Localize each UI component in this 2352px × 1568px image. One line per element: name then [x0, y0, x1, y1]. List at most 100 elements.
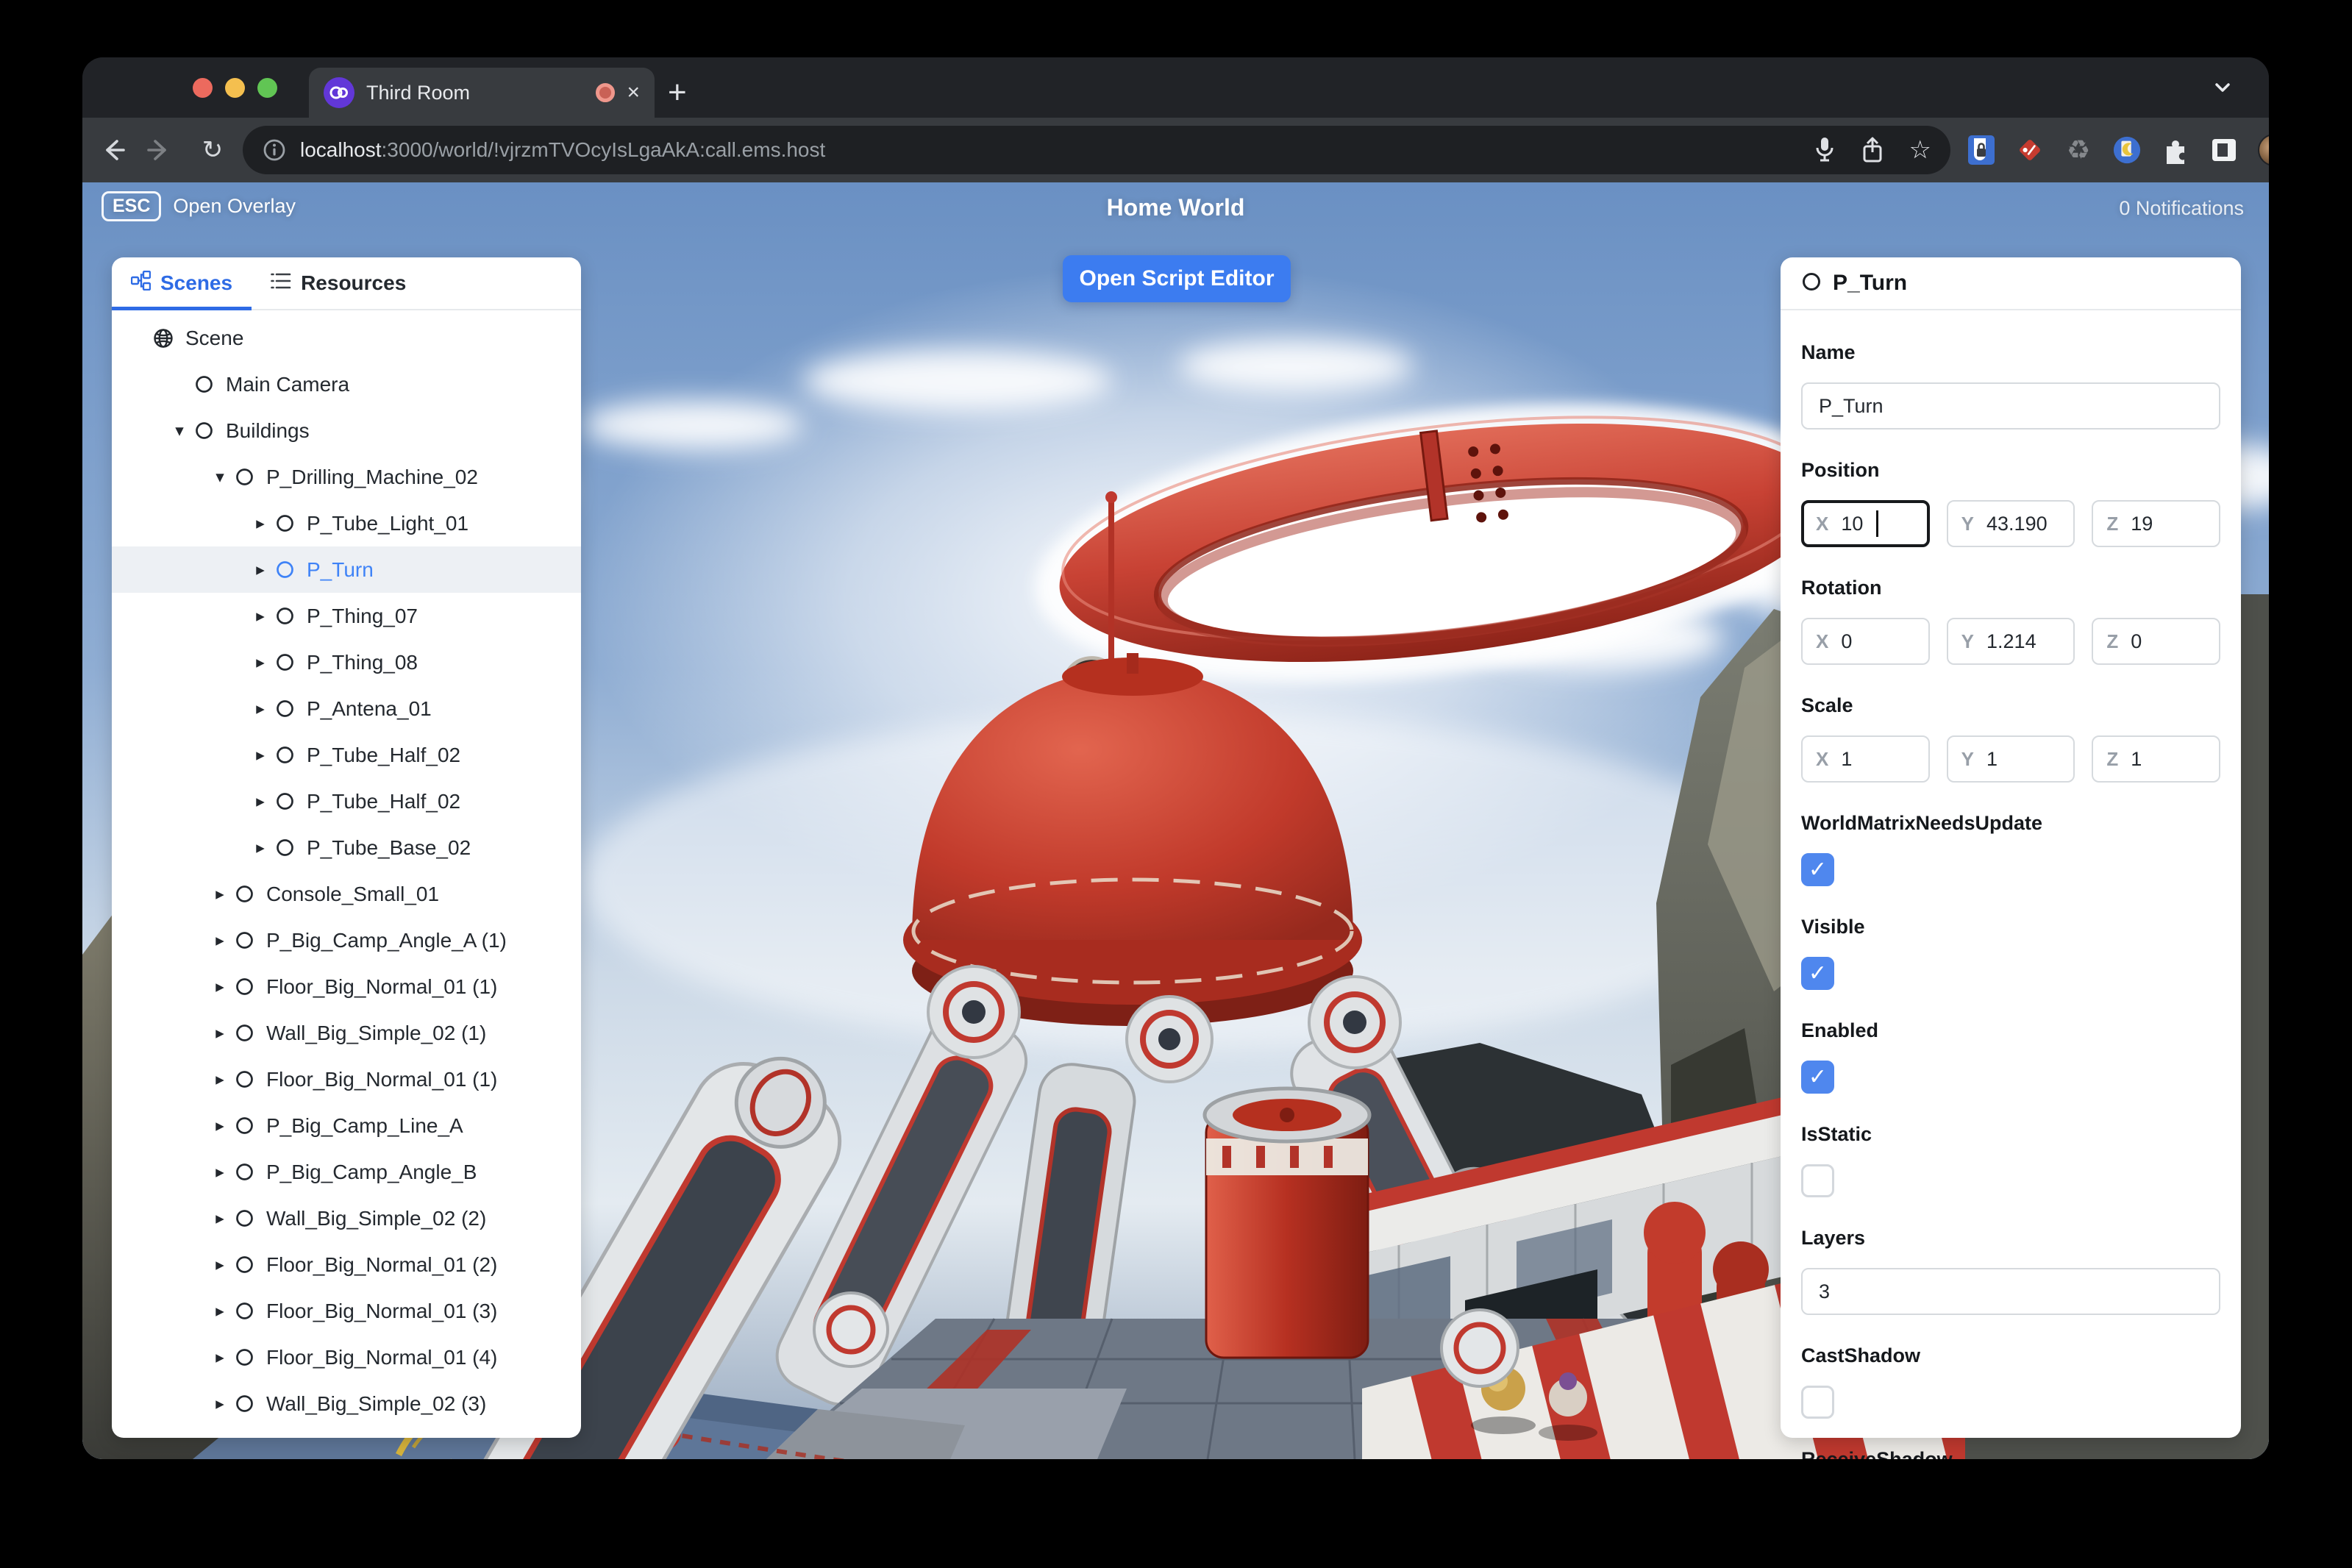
recycle-extension-icon[interactable]: ♻ — [2064, 135, 2093, 165]
tree-item[interactable]: ▸ Wall_Big_Simple_02 (3) — [112, 1380, 581, 1427]
extensions-puzzle-icon[interactable] — [2161, 135, 2190, 165]
tree-item[interactable]: ▸ Floor_Big_Normal_01 (4) — [112, 1334, 581, 1380]
tab-resources[interactable]: Resources — [252, 257, 425, 309]
minimize-window-button[interactable] — [225, 78, 245, 98]
expander-icon[interactable]: ▸ — [248, 699, 273, 719]
tab-search-chevron-icon[interactable] — [2210, 76, 2235, 102]
rotation-y-input[interactable]: Y 1.214 — [1946, 618, 2075, 665]
tree-item[interactable]: ▸ P_Big_Camp_Line_A — [112, 1102, 581, 1149]
tree-item[interactable]: ▾ Buildings — [112, 407, 581, 454]
tab-scenes[interactable]: Scenes — [112, 257, 252, 310]
node-circle-icon — [273, 745, 296, 765]
expander-icon[interactable]: ▾ — [207, 467, 232, 487]
cast-shadow-checkbox[interactable] — [1801, 1386, 1834, 1419]
tree-item[interactable]: ▸ P_Tube_Half_02 — [112, 778, 581, 824]
rotation-x-input[interactable]: X 0 — [1801, 618, 1930, 665]
zoom-window-button[interactable] — [257, 78, 277, 98]
expander-icon[interactable]: ▸ — [207, 884, 232, 904]
expander-icon[interactable]: ▸ — [248, 838, 273, 858]
world-viewport[interactable]: ESC Open Overlay Home World 0 Notificati… — [82, 182, 2269, 1459]
new-tab-button[interactable]: + — [668, 72, 687, 113]
expander-icon[interactable]: ▾ — [167, 421, 192, 441]
share-icon[interactable] — [1861, 136, 1884, 164]
tree-item[interactable]: ▸ P_Thing_07 — [112, 593, 581, 639]
layers-input[interactable] — [1801, 1268, 2220, 1315]
tree-item[interactable]: Scene — [112, 315, 581, 361]
forward-icon[interactable] — [144, 135, 190, 165]
back-icon[interactable] — [99, 135, 144, 165]
rotation-z-input[interactable]: Z 0 — [2092, 618, 2221, 665]
tab-resources-label: Resources — [301, 271, 407, 294]
node-circle-icon — [232, 1301, 256, 1321]
tree-item[interactable]: ▸ Console_Small_01 — [112, 871, 581, 917]
tree-item[interactable]: ▸ Wall_Big_Simple_02 (1) — [112, 1010, 581, 1056]
browser-tabstrip: Third Room × + — [82, 57, 2269, 118]
tree-item[interactable]: Main Camera — [112, 361, 581, 407]
address-bar[interactable]: localhost:3000/world/!vjrzmTVOcyIsLgaAkA… — [243, 126, 1950, 174]
expander-icon[interactable]: ▸ — [248, 791, 273, 811]
red-diamond-extension-icon[interactable] — [2015, 134, 2045, 166]
sidebar-toggle-icon[interactable] — [2209, 136, 2239, 164]
expander-icon[interactable]: ▸ — [248, 513, 273, 533]
tree-item[interactable]: ▸ Floor_Big_Normal_01 (2) — [112, 1241, 581, 1288]
tree-item[interactable]: ▸ P_Tube_Base_02 — [112, 824, 581, 871]
expander-icon[interactable]: ▸ — [207, 1162, 232, 1182]
tree-item[interactable]: ▸ P_Big_Camp_Angle_B — [112, 1149, 581, 1195]
tree-item[interactable]: ▸ P_Tube_Light_01 — [112, 500, 581, 546]
scale-y-input[interactable]: Y 1 — [1946, 735, 2075, 783]
expander-icon[interactable]: ▸ — [207, 977, 232, 997]
bookmark-star-icon[interactable]: ☆ — [1909, 135, 1931, 165]
expander-icon[interactable]: ▸ — [207, 1116, 232, 1136]
url-text[interactable]: localhost:3000/world/!vjrzmTVOcyIsLgaAkA… — [300, 138, 1799, 162]
expander-icon[interactable]: ▸ — [207, 930, 232, 950]
scale-x-input[interactable]: X 1 — [1801, 735, 1930, 783]
tree-item[interactable]: ▾ P_Drilling_Machine_02 — [112, 454, 581, 500]
tree-item[interactable]: ▸ Floor_Big_Normal_01 (1) — [112, 963, 581, 1010]
is-static-checkbox[interactable] — [1801, 1164, 1834, 1197]
expander-icon[interactable]: ▸ — [207, 1069, 232, 1089]
node-circle-icon — [232, 1347, 256, 1367]
globe-icon — [152, 327, 175, 349]
tree-item-label: Floor_Big_Normal_01 (3) — [266, 1299, 498, 1322]
profile-avatar[interactable] — [2258, 134, 2269, 166]
browser-tab[interactable]: Third Room × — [309, 68, 655, 118]
scale-z-input[interactable]: Z 1 — [2092, 735, 2221, 783]
tree-item[interactable]: ▸ Wall_Big_Simple_02 (2) — [112, 1195, 581, 1241]
tree-item[interactable]: ▸ P_Tube_Half_02 — [112, 732, 581, 778]
tree-item[interactable]: ▸ P_Thing_08 — [112, 639, 581, 685]
position-x-input[interactable]: X 10 — [1801, 500, 1930, 547]
expander-icon[interactable]: ▸ — [248, 606, 273, 626]
expander-icon[interactable]: ▸ — [207, 1208, 232, 1228]
expander-icon[interactable]: ▸ — [207, 1255, 232, 1275]
cast-shadow-label: CastShadow — [1801, 1344, 1921, 1366]
visible-checkbox[interactable]: ✓ — [1801, 957, 1834, 990]
microphone-icon[interactable] — [1814, 136, 1836, 164]
tree-item[interactable]: ▸ Floor_Big_Normal_01 (3) — [112, 1288, 581, 1334]
tab-close-icon[interactable]: × — [627, 82, 640, 104]
tree-item[interactable]: ▸ Floor_Big_Normal_01 (1) — [112, 1056, 581, 1102]
expander-icon[interactable]: ▸ — [207, 1301, 232, 1321]
password-shield-extension-icon[interactable] — [1967, 134, 1996, 166]
expander-icon[interactable]: ▸ — [248, 652, 273, 672]
node-circle-icon — [232, 1255, 256, 1275]
name-input[interactable] — [1801, 382, 2220, 430]
world-matrix-checkbox[interactable]: ✓ — [1801, 853, 1834, 886]
position-y-input[interactable]: Y 43.190 — [1946, 500, 2075, 547]
expander-icon[interactable]: ▸ — [248, 560, 273, 580]
tree-item-label: Wall_Big_Simple_02 (1) — [266, 1021, 487, 1044]
expander-icon[interactable]: ▸ — [207, 1347, 232, 1367]
enabled-checkbox[interactable]: ✓ — [1801, 1061, 1834, 1094]
reload-icon[interactable]: ↻ — [190, 135, 235, 165]
expander-icon[interactable]: ▸ — [207, 1394, 232, 1414]
close-window-button[interactable] — [193, 78, 213, 98]
expander-icon[interactable]: ▸ — [207, 1023, 232, 1043]
tree-item[interactable]: ▸ P_Turn — [112, 546, 581, 593]
tree-item[interactable]: ▸ P_Antena_01 — [112, 685, 581, 732]
tree-item-label: P_Big_Camp_Line_A — [266, 1113, 463, 1137]
site-info-icon[interactable] — [262, 138, 287, 163]
position-z-input[interactable]: Z 19 — [2092, 500, 2221, 547]
night-mode-extension-icon[interactable] — [2112, 135, 2142, 165]
open-script-editor-button[interactable]: Open Script Editor — [1063, 255, 1291, 302]
tree-item[interactable]: ▸ P_Big_Camp_Angle_A (1) — [112, 917, 581, 963]
expander-icon[interactable]: ▸ — [248, 745, 273, 765]
